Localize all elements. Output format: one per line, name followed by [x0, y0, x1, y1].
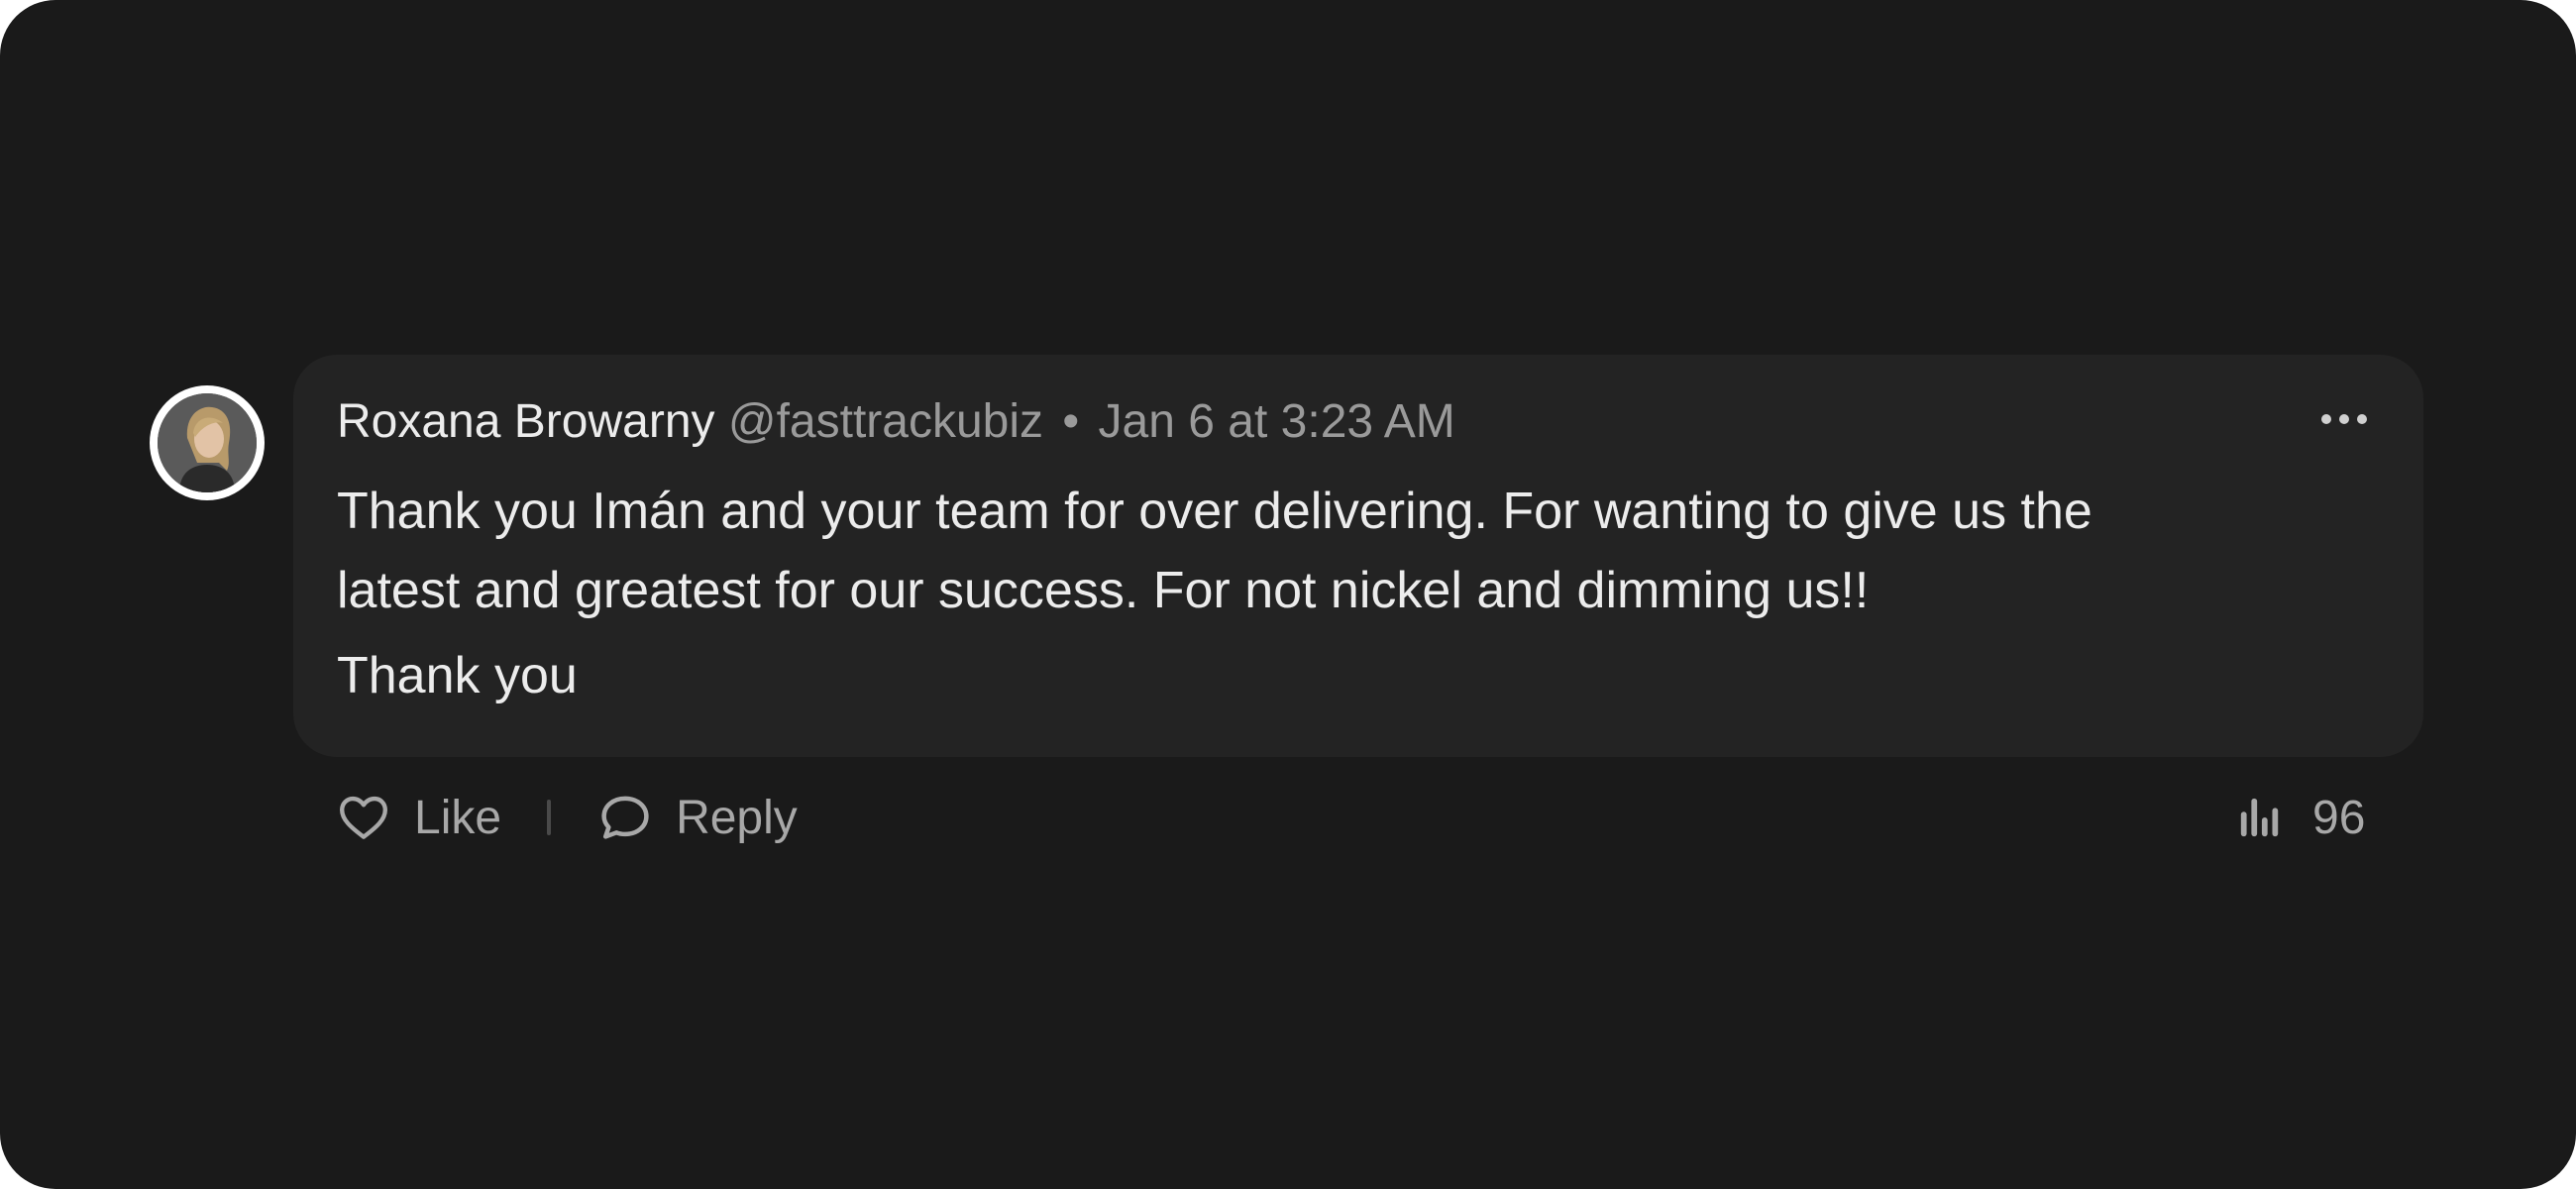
more-horizontal-icon: [2321, 414, 2367, 424]
chat-bubble-icon: [601, 796, 649, 839]
comment-card: Roxana Browarny @fasttrackubiz • Jan 6 a…: [0, 0, 2576, 1189]
avatar-image: [158, 393, 257, 492]
bar-chart-icon: [2240, 798, 2279, 837]
comment-body-line: Thank you Imán and your team for over de…: [337, 483, 2093, 540]
comment-body-closing: Thank you: [337, 647, 578, 704]
reply-button[interactable]: Reply: [598, 791, 798, 845]
comment-actions: Like Reply: [337, 788, 798, 847]
timestamp[interactable]: Jan 6 at 3:23 AM: [1099, 395, 1455, 448]
author-handle[interactable]: @fasttrackubiz: [728, 395, 1043, 448]
meta-separator: •: [1062, 395, 1080, 448]
comment-body-line: latest and greatest for our success. For…: [337, 562, 1870, 619]
heart-icon: [340, 796, 387, 839]
view-count-value: 96: [2312, 791, 2366, 844]
comment-bubble: Roxana Browarny @fasttrackubiz • Jan 6 a…: [293, 355, 2423, 757]
view-count: 96: [2237, 788, 2365, 847]
reply-label: Reply: [676, 791, 798, 844]
avatar[interactable]: [150, 385, 265, 500]
like-label: Like: [414, 791, 502, 844]
like-button[interactable]: Like: [337, 791, 501, 845]
action-divider: [547, 800, 552, 835]
comment-meta: Roxana Browarny @fasttrackubiz • Jan 6 a…: [337, 392, 1455, 452]
more-options-button[interactable]: [2320, 412, 2368, 426]
author-name[interactable]: Roxana Browarny: [337, 395, 715, 448]
comment-body: Thank you Imán and your team for over de…: [337, 472, 2338, 715]
